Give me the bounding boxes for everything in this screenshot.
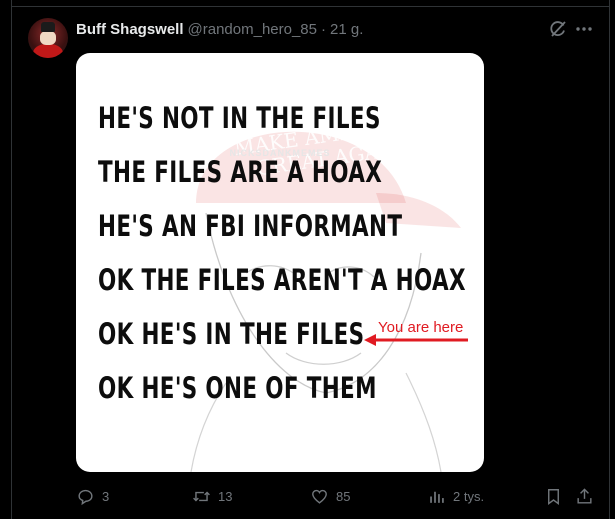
share-icon: [577, 487, 592, 504]
bookmark-icon: [548, 488, 559, 505]
reply-button[interactable]: 3: [76, 485, 109, 507]
like-button[interactable]: 85: [310, 485, 350, 507]
timestamp[interactable]: 21 g.: [330, 21, 363, 38]
reply-count: 3: [102, 488, 110, 504]
divider: [11, 6, 610, 7]
meme-line-5: OK HE'S IN THE FILES: [98, 317, 365, 351]
bookmark-button[interactable]: [544, 485, 563, 507]
author-handle[interactable]: @random_hero_85: [188, 21, 317, 38]
like-count: 85: [336, 488, 351, 504]
avatar[interactable]: [28, 18, 68, 58]
tweet-header: Buff Shagswell @random_hero_85 · 21 g.: [76, 19, 363, 39]
red-arrow-icon: [364, 334, 468, 346]
separator: ·: [321, 20, 326, 38]
more-icon[interactable]: [574, 19, 594, 39]
meme-line-4: OK THE FILES AREN'T A HOAX: [98, 263, 466, 297]
views-count: 2 tys.: [453, 488, 485, 504]
meme-line-3: HE'S AN FBI INFORMANT: [98, 209, 403, 243]
tweet-actions: 3 13 85 2 tys.: [0, 485, 615, 507]
meme-line-2: THE FILES ARE A HOAX: [98, 155, 383, 189]
reply-icon: [78, 489, 93, 505]
retweet-count: 13: [218, 488, 233, 504]
views-button[interactable]: 2 tys.: [427, 485, 484, 507]
meme-line-1: HE'S NOT IN THE FILES: [98, 101, 381, 135]
grok-icon[interactable]: [548, 19, 568, 39]
author-name[interactable]: Buff Shagswell: [76, 21, 184, 38]
meme-image[interactable]: MAKE AMERICA GREAT AGAIN NICKSDANKMEMES …: [76, 53, 484, 472]
like-icon: [312, 489, 327, 504]
retweet-button[interactable]: 13: [192, 485, 232, 507]
meme-line-6: OK HE'S ONE OF THEM: [98, 371, 377, 405]
views-icon: [430, 491, 444, 503]
retweet-icon: [193, 491, 210, 501]
share-button[interactable]: [575, 485, 594, 507]
